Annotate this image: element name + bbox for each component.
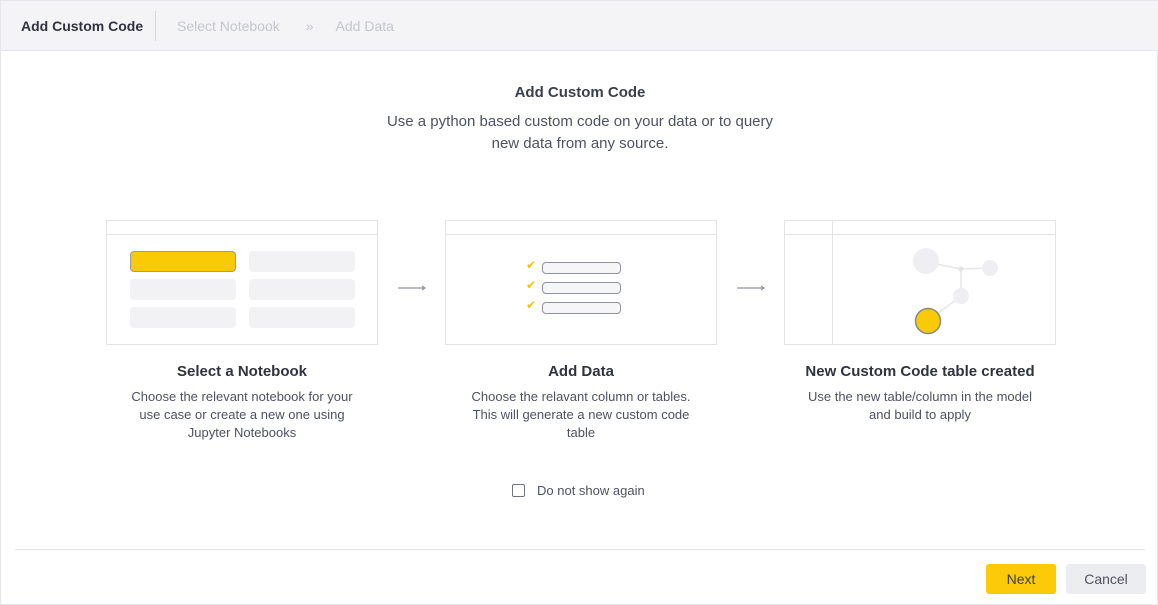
arrow-right-icon <box>398 285 427 291</box>
notebook-tile <box>130 307 236 328</box>
checkbox-label[interactable]: Do not show again <box>537 483 645 498</box>
notebook-tile <box>130 279 236 300</box>
step-description: Choose the relavant column or tables. Th… <box>471 389 691 440</box>
window-topbar <box>107 221 377 235</box>
wizard-step-add-data: Add Data <box>335 17 394 34</box>
notebook-tile <box>249 279 355 300</box>
wizard-step-select-notebook: Select Notebook <box>177 17 280 34</box>
data-row-bar <box>542 282 621 294</box>
data-row: ✔ <box>526 278 646 294</box>
data-row: ✔ <box>526 258 646 274</box>
wizard-step-current: Add Custom Code <box>21 17 144 34</box>
do-not-show-again-checkbox[interactable]: Do not show again <box>512 481 645 499</box>
arrow-right-icon <box>737 285 766 291</box>
wizard-header: Add Custom Code Select Notebook » Add Da… <box>1 1 1158 51</box>
intro-title: Add Custom Code <box>514 84 646 101</box>
step-description: Use the new table/column in the model an… <box>807 389 1032 422</box>
step-description: Choose the relevant notebook for your us… <box>131 389 353 440</box>
next-button[interactable]: Next <box>986 564 1056 594</box>
node-graph-icon <box>913 248 998 335</box>
step-table-created: New Custom Code table created Use the ne… <box>784 363 1056 424</box>
cancel-button[interactable]: Cancel <box>1066 564 1146 594</box>
check-icon: ✔ <box>526 278 537 292</box>
notebook-tile-selected <box>130 251 236 272</box>
step-title: New Custom Code table created <box>805 363 1035 380</box>
notebook-tile <box>249 251 355 272</box>
wizard-separator-icon: » <box>305 17 314 34</box>
intro-description: Use a python based custom code on your d… <box>386 113 774 152</box>
checkbox-icon[interactable] <box>512 483 525 497</box>
step-add-data: Add Data Choose the relavant column or t… <box>445 363 717 442</box>
step-title: Select a Notebook <box>176 363 308 380</box>
custom-code-dialog: Add Custom Code Select Notebook » Add Da… <box>0 0 1158 605</box>
step-title: Add Data <box>548 363 614 380</box>
data-row-bar <box>542 302 621 314</box>
data-row: ✔ <box>526 298 646 314</box>
custom-code-table-illustration <box>784 220 1056 345</box>
step-select-notebook: Select a Notebook Choose the relevant no… <box>106 363 378 442</box>
window-topbar <box>446 221 716 235</box>
add-data-illustration: ✔ ✔ ✔ <box>445 220 717 345</box>
select-notebook-illustration <box>106 220 378 345</box>
check-icon: ✔ <box>526 298 537 312</box>
check-icon: ✔ <box>526 258 537 272</box>
data-row-bar <box>542 262 621 274</box>
notebook-tile <box>249 307 355 328</box>
footer-divider <box>15 549 1145 550</box>
